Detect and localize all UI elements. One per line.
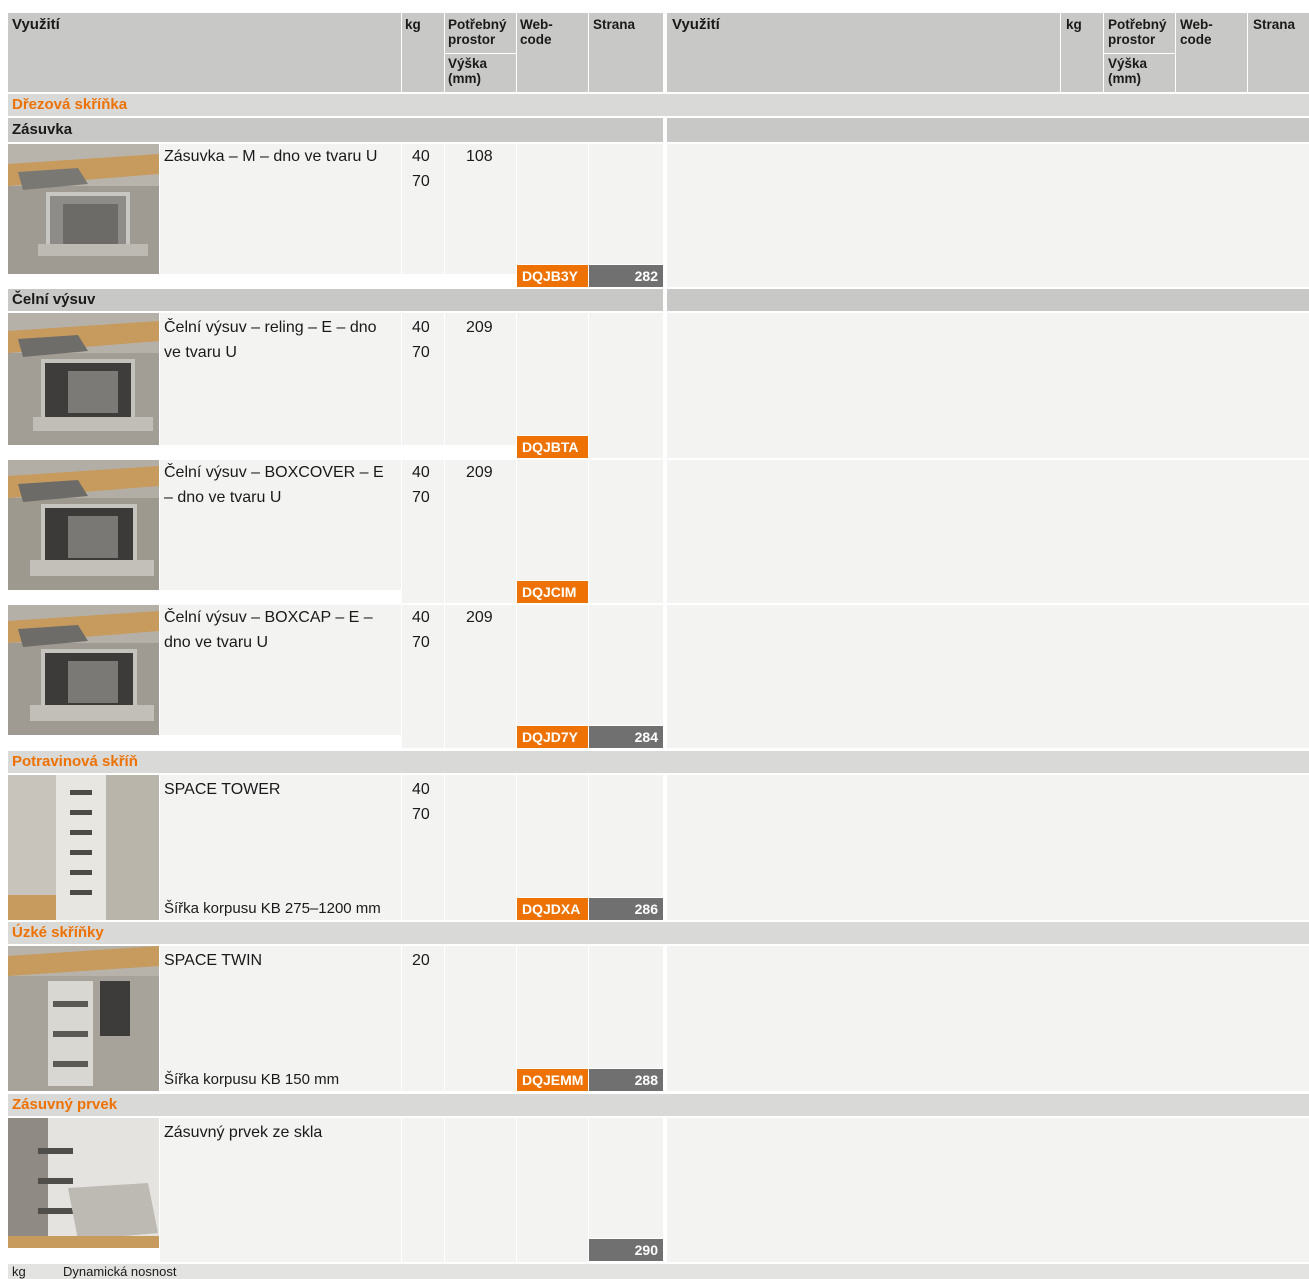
row6-height-cell [445,1118,516,1262]
row2-name: Čelní výsuv – BOXCOVER – E – dno ve tvar… [164,464,384,506]
right-empty-cell-1 [667,313,1309,458]
row0-page-cell [589,144,663,264]
row5-webcode-cell [517,946,588,1068]
row2-page-cell [589,460,663,603]
row1-kg1: 40 [412,319,430,336]
right-empty-cell-5 [667,946,1309,1091]
product-image-pullout-reling [8,313,159,445]
header-kg-right: kg [1066,17,1082,32]
row3-kg1: 40 [412,609,430,626]
footer-desc: Dynamická nosnost [63,1264,177,1279]
footer-abbr: kg [12,1264,26,1279]
category-sink: Dřezová skříňka [12,96,128,113]
row4-page-number: 286 [589,898,663,920]
row4-note: Šířka korpusu KB 275–1200 mm [164,900,381,917]
row5-note: Šířka korpusu KB 150 mm [164,1071,340,1088]
row1-page-cell [589,313,663,458]
row5-height-cell [445,946,516,1091]
row0-webcode-cell [517,144,588,264]
category-band-insert [8,1094,1309,1116]
row2-webcode-cell [517,460,588,580]
row2-kg1: 40 [412,464,430,481]
row3-height: 209 [466,609,493,626]
row3-name: Čelní výsuv – BOXCAP – E – dno ve tvaru … [164,609,373,651]
row0-height: 108 [466,148,493,165]
product-image-pullout-boxcap [8,605,159,735]
footer-band [8,1264,1309,1279]
row6-page-number: 290 [589,1239,663,1261]
header-use-cell [8,13,401,92]
subcategory-band-drawer [8,118,663,142]
subcategory-band-pullout [8,289,663,311]
row0-name: Zásuvka – M – dno ve tvaru U [164,148,378,165]
row2-webcode-link[interactable]: DQJCIM [517,581,588,603]
header-webcode: Web-code [520,17,553,47]
row0-page-number: 282 [589,265,663,287]
header-page-right: Strana [1253,17,1296,32]
product-image-space-twin [8,946,159,1091]
header-height: Výška (mm) [448,56,488,86]
row4-kg2: 70 [412,806,430,823]
row1-kg2: 70 [412,344,430,361]
subcategory-pullout: Čelní výsuv [12,291,96,308]
row0-kg1: 40 [412,148,430,165]
right-empty-cell-0 [667,144,1309,287]
row3-webcode-link[interactable]: DQJD7Y [517,726,588,748]
subcategory-drawer: Zásuvka [12,121,73,138]
right-empty-cell-2 [667,460,1309,603]
row3-page-cell [589,605,663,725]
row5-page-number: 288 [589,1069,663,1091]
category-pantry: Potravinová skříň [12,753,138,770]
right-empty-cell-6 [667,1118,1309,1262]
product-image-glass-insert [8,1118,159,1248]
row6-page-cell [589,1118,663,1238]
row3-webcode-cell [517,605,588,725]
product-image-space-tower [8,775,159,920]
row6-name: Zásuvný prvek ze skla [164,1124,323,1141]
row2-height: 209 [466,464,493,481]
header-space-right: Potřebný prostor [1108,17,1167,47]
row4-kg1: 40 [412,781,430,798]
row5-page-cell [589,946,663,1068]
category-insert: Zásuvný prvek [12,1096,118,1113]
subcategory-band-pullout-right [667,289,1309,311]
category-band-pantry [8,751,1309,773]
row1-webcode-cell [517,313,588,435]
row0-kg2: 70 [412,173,430,190]
row1-webcode-link[interactable]: DQJBTA [517,436,588,458]
category-band-sink [8,94,1309,116]
row4-name: SPACE TOWER [164,781,281,798]
right-empty-cell-4 [667,775,1309,920]
row5-name: SPACE TWIN [164,952,263,969]
row2-kg2: 70 [412,489,430,506]
header-webcode-right: Web-code [1180,17,1213,47]
row4-webcode-cell [517,775,588,897]
row3-kg2: 70 [412,634,430,651]
header-kg: kg [405,17,421,32]
row5-webcode-link[interactable]: DQJEMM [517,1069,588,1091]
row6-kg-cell [402,1118,444,1262]
row4-webcode-link[interactable]: DQJDXA [517,898,588,920]
row3-page-number: 284 [589,726,663,748]
product-image-drawer-m [8,144,159,274]
header-use: Využití [12,16,60,33]
row6-webcode-cell [517,1118,588,1262]
row1-height: 209 [466,319,493,336]
header-use-right: Využití [672,16,720,33]
right-empty-cell-3 [667,605,1309,748]
header-space: Potřebný prostor [448,17,507,47]
row4-height-cell [445,775,516,920]
row4-page-cell [589,775,663,897]
row5-kg1: 20 [412,952,430,969]
category-narrow: Úzké skříňky [12,924,104,941]
category-band-narrow [8,922,1309,944]
row0-webcode-link[interactable]: DQJB3Y [517,265,588,287]
header-page: Strana [593,17,636,32]
subcategory-band-drawer-right [667,118,1309,142]
product-image-pullout-boxcover [8,460,159,590]
header-use-cell-right [667,13,1060,92]
header-height-right: Výška (mm) [1108,56,1148,86]
row1-name: Čelní výsuv – reling – E – dno ve tvaru … [164,319,377,361]
